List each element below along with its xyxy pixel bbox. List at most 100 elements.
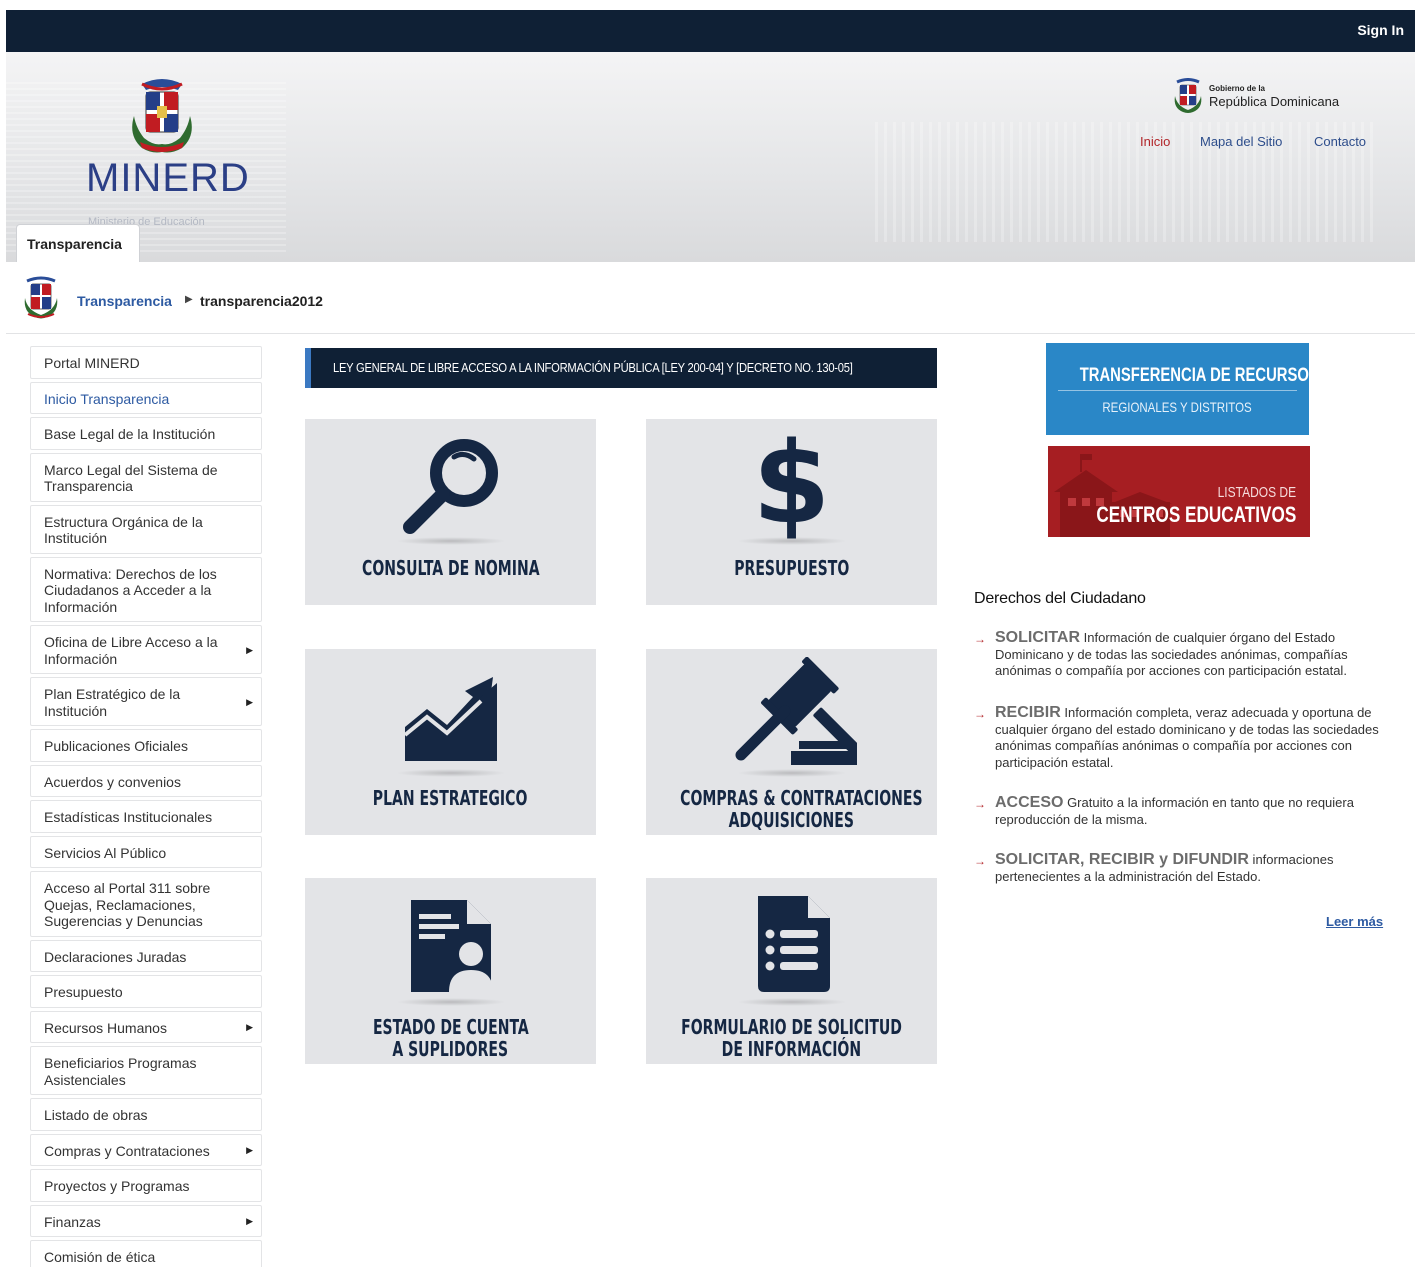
tile-label: PRESUPUESTO <box>733 556 850 580</box>
submenu-arrow-icon: ▶ <box>246 1215 253 1226</box>
sidebar-item[interactable]: Oficina de Libre Acceso a la Información… <box>30 625 262 674</box>
tile-label: FORMULARIO DE SOLICITUD <box>681 1015 902 1039</box>
sidebar-item[interactable]: Presupuesto <box>30 975 262 1008</box>
sidebar-nav: Portal MINERD Inicio Transparencia Base Le… <box>30 346 262 1267</box>
sidebar-item[interactable]: Portal MINERD <box>30 346 262 379</box>
sidebar-item[interactable]: Inicio Transparencia <box>30 381 262 414</box>
tile-plan-estrategico[interactable]: PLAN ESTRATEGICO <box>305 649 596 835</box>
sidebar-item-label: Inicio Transparencia <box>44 390 170 407</box>
tile-label: CONSULTA DE NOMINA <box>361 556 540 580</box>
sidebar-item[interactable]: Beneficiarios Programas Asistenciales <box>30 1046 262 1095</box>
gov-big-text: República Dominicana <box>1209 94 1340 109</box>
law-banner-text: LEY GENERAL DE LIBRE ACCESO A LA INFORMA… <box>333 360 853 375</box>
right-keyword: SOLICITAR, RECIBIR y DIFUNDIR <box>995 851 1249 868</box>
sidebar-item-label: Base Legal de la Institución <box>44 426 216 442</box>
right-item: → ACCESO Gratuito a la información en ta… <box>974 794 1384 828</box>
banner-line1: LISTADOS DE <box>1217 484 1296 501</box>
tile-label-line2: ADQUISICIONES <box>728 808 855 832</box>
submenu-arrow-icon: ▶ <box>246 644 253 655</box>
law-banner[interactable]: LEY GENERAL DE LIBRE ACCESO A LA INFORMA… <box>305 348 937 388</box>
sidebar-item[interactable]: Acceso al Portal 311 sobre Quejas, Recla… <box>30 871 262 937</box>
sidebar-item-label: Estadísticas Institucionales <box>44 809 213 825</box>
right-item: → SOLICITAR Información de cualquier órg… <box>974 629 1384 680</box>
sidebar-item-label: Presupuesto <box>44 984 123 1000</box>
breadcrumb-link[interactable]: Transparencia <box>77 293 172 309</box>
arrow-right-icon: → <box>974 632 986 646</box>
leer-mas-link[interactable]: Leer más <box>1326 914 1383 929</box>
gavel-icon <box>735 657 857 765</box>
sign-in-link[interactable]: Sign In <box>1357 22 1404 38</box>
banner-title: TRANSFERENCIA DE RECURSOS <box>1079 365 1319 386</box>
dollar-icon: $ <box>752 419 831 549</box>
right-keyword: ACCESO <box>995 794 1064 811</box>
sidebar-item[interactable]: Plan Estratégico de la Institución ▶ <box>30 677 262 726</box>
tile-consulta-nomina[interactable]: CONSULTA DE NOMINA <box>305 419 596 605</box>
breadcrumb-current: transparencia2012 <box>200 293 323 309</box>
sidebar-item[interactable]: Estructura Orgánica de la Institución <box>30 504 262 554</box>
tile-formulario-solicitud[interactable]: FORMULARIO DE SOLICITUD DE INFORMACIÓN <box>646 878 937 1064</box>
arrow-right-icon: → <box>974 797 986 811</box>
sidebar-item[interactable]: Comisión de ética <box>30 1240 262 1267</box>
sidebar-item-label: Listado de obras <box>44 1107 148 1123</box>
minerd-logo[interactable]: MINERD Ministerio de Educación <box>86 76 249 228</box>
sidebar-item-label: Acuerdos y convenios <box>44 773 181 790</box>
sidebar-item[interactable]: Acuerdos y convenios <box>30 764 262 797</box>
banner-subtitle: REGIONALES Y DISTRITOS <box>1102 399 1253 415</box>
sidebar-item-label: Comisión de ética <box>44 1249 156 1265</box>
breadcrumb: Transparencia ▶ transparencia2012 <box>20 276 1410 320</box>
sidebar-item-label: Recursos Humanos <box>44 1019 167 1036</box>
submenu-arrow-icon: ▶ <box>246 696 253 707</box>
sidebar-item[interactable]: Recursos Humanos ▶ <box>30 1010 262 1043</box>
nav-link-contacto[interactable]: Contacto <box>1314 134 1366 149</box>
sidebar-item[interactable]: Proyectos y Programas <box>30 1169 262 1202</box>
sidebar-item[interactable]: Compras y Contrataciones ▶ <box>30 1133 262 1166</box>
banner-line2: CENTROS EDUCATIVOS <box>1096 502 1296 527</box>
coat-of-arms-small-icon <box>1174 78 1202 113</box>
sidebar-item-label: Portal MINERD <box>44 355 140 371</box>
transferencia-recursos-banner[interactable]: TRANSFERENCIA DE RECURSOS REGIONALES Y D… <box>1046 343 1319 435</box>
sidebar-item-label: Publicaciones Oficiales <box>44 738 188 754</box>
nav-link-mapa[interactable]: Mapa del Sitio <box>1200 134 1282 149</box>
right-item: → RECIBIR Información completa, veraz ad… <box>974 704 1384 771</box>
tile-label: PLAN ESTRATEGICO <box>373 786 528 810</box>
submenu-arrow-icon: ▶ <box>246 1021 253 1032</box>
tile-label-line2: A SUPLIDORES <box>392 1037 509 1061</box>
sidebar-item[interactable]: Base Legal de la Institución <box>30 417 262 450</box>
tile-compras-contrataciones[interactable]: COMPRAS & CONTRATACIONES ADQUISICIONES <box>646 649 937 835</box>
sidebar-item[interactable]: Listado de obras <box>30 1098 262 1131</box>
arrow-right-icon: → <box>974 707 986 721</box>
sidebar-item-label: Declaraciones Juradas <box>44 948 187 965</box>
document-person-icon <box>410 900 493 992</box>
breadcrumb-separator-icon: ▶ <box>185 294 193 305</box>
submenu-arrow-icon: ▶ <box>246 1144 253 1155</box>
sidebar-item-label: Normativa: Derechos de los Ciudadanos a … <box>44 565 217 615</box>
top-bar: Sign In <box>6 10 1415 52</box>
right-item: → SOLICITAR, RECIBIR y DIFUNDIR informac… <box>974 851 1333 885</box>
sidebar-item[interactable]: Declaraciones Juradas <box>30 939 262 972</box>
tile-label: ESTADO DE CUENTA <box>372 1015 529 1039</box>
centros-educativos-banner[interactable]: LISTADOS DE CENTROS EDUCATIVOS <box>1048 446 1310 537</box>
sidebar-item[interactable]: Publicaciones Oficiales <box>30 729 262 762</box>
sidebar-item[interactable]: Finanzas ▶ <box>30 1204 262 1237</box>
sidebar-item-label: Marco Legal del Sistema de Transparencia <box>44 461 218 495</box>
gov-logo[interactable]: Gobierno de la República Dominicana <box>1171 78 1371 118</box>
sidebar-item[interactable]: Estadísticas Institucionales <box>30 800 262 833</box>
right-keyword: RECIBIR <box>995 704 1061 721</box>
tile-presupuesto[interactable]: $ PRESUPUESTO <box>646 419 937 605</box>
sidebar-item[interactable]: Servicios Al Público <box>30 835 262 868</box>
trend-chart-icon <box>403 677 497 761</box>
sidebar-item-label: Plan Estratégico de la Institución <box>44 686 181 719</box>
logo-text: MINERD <box>86 156 250 200</box>
tile-estado-cuenta[interactable]: ESTADO DE CUENTA A SUPLIDORES <box>305 878 596 1064</box>
sidebar-item-label: Servicios Al Público <box>44 844 167 861</box>
sidebar-item[interactable]: Normativa: Derechos de los Ciudadanos a … <box>30 556 262 622</box>
nav-link-inicio[interactable]: Inicio <box>1140 134 1170 149</box>
arrow-right-icon: → <box>974 854 986 868</box>
sidebar-item-label: Estructura Orgánica de la Institución <box>44 513 203 547</box>
coat-of-arms-icon <box>132 79 192 153</box>
rights-title: Derechos del Ciudadano <box>974 590 1146 607</box>
sidebar-item[interactable]: Marco Legal del Sistema de Transparencia <box>30 452 262 502</box>
right-keyword: SOLICITAR <box>995 629 1081 646</box>
magnifier-icon <box>402 439 498 534</box>
tab-transparencia[interactable]: Transparencia <box>16 224 140 262</box>
